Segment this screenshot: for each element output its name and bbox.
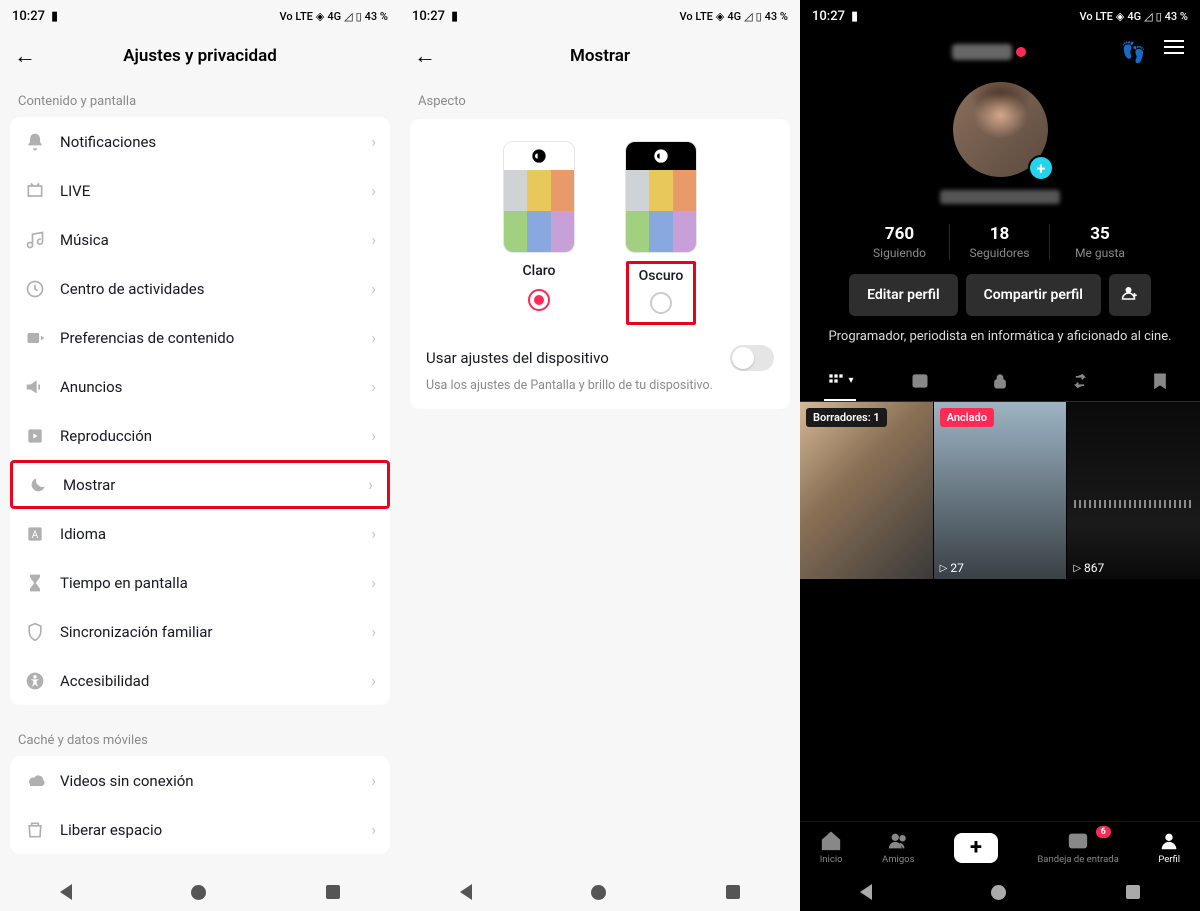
menu-icon[interactable] <box>1164 40 1184 64</box>
nav-home[interactable] <box>991 885 1006 900</box>
video-drafts[interactable]: Borradores: 1 <box>800 402 933 579</box>
nav-recent[interactable] <box>326 885 340 899</box>
tab-private[interactable] <box>880 360 960 401</box>
theme-dark[interactable]: Oscuro <box>625 141 697 325</box>
header: ← Ajustes y privacidad <box>0 32 400 80</box>
stat-followers[interactable]: 18Seguidores <box>950 224 1050 260</box>
item-playback[interactable]: Reproducción› <box>10 411 390 460</box>
settings-list: Notificaciones› LIVE› Música› Centro de … <box>10 117 390 705</box>
stat-likes[interactable]: 35Me gusta <box>1050 224 1150 260</box>
tab-locked[interactable] <box>960 360 1040 401</box>
item-free-space[interactable]: Liberar espacio› <box>10 805 390 854</box>
profile-tabs: ▾ <box>800 360 1200 402</box>
nav-home[interactable] <box>591 885 606 900</box>
item-family[interactable]: Sincronización familiar› <box>10 607 390 656</box>
item-music[interactable]: Música› <box>10 215 390 264</box>
footprint-icon[interactable]: 👣 <box>1121 40 1146 64</box>
nav-inbox[interactable]: 6Bandeja de entrada <box>1037 830 1118 865</box>
sim-icon: ▮ <box>51 9 58 24</box>
status-bar: 10:27▮ Vo LTE◈4G◿▯43 % <box>800 0 1200 32</box>
tab-saved[interactable] <box>1120 360 1200 401</box>
page-title: Mostrar <box>438 46 762 66</box>
section-label: Caché y datos móviles <box>0 719 400 756</box>
nav-create[interactable]: + <box>954 833 998 863</box>
screen-settings: 10:27▮ Vo LTE◈4G◿▯43 % ← Ajustes y priva… <box>0 0 400 911</box>
add-friend-button[interactable] <box>1109 274 1151 316</box>
chevron-right-icon: › <box>371 132 376 151</box>
add-story-button[interactable]: + <box>1028 155 1054 181</box>
item-accessibility[interactable]: Accesibilidad› <box>10 656 390 705</box>
nav-home[interactable] <box>191 885 206 900</box>
nav-home[interactable]: Inicio <box>820 830 843 865</box>
item-live[interactable]: LIVE› <box>10 166 390 215</box>
system-nav <box>0 873 400 911</box>
moon-icon <box>27 475 49 495</box>
item-offline[interactable]: Videos sin conexión› <box>10 756 390 805</box>
username <box>940 190 1060 204</box>
device-settings-desc: Usa los ajustes de Pantalla y brillo de … <box>424 377 776 395</box>
system-nav <box>400 873 800 911</box>
aspect-label: Aspecto <box>400 80 800 119</box>
page-title: Ajustes y privacidad <box>38 46 362 66</box>
status-bar: 10:27▮ Vo LTE◈4G◿▯43 % <box>0 0 400 32</box>
svg-text:A: A <box>32 530 39 541</box>
tab-grid[interactable]: ▾ <box>800 360 880 401</box>
radio-dark[interactable] <box>650 292 672 314</box>
wifi-icon: ◈ <box>316 10 324 23</box>
screen-profile: 10:27▮ Vo LTE◈4G◿▯43 % 👣 + 760Siguiendo … <box>800 0 1200 911</box>
bio: Programador, periodista en informática y… <box>800 316 1200 360</box>
device-settings-label: Usar ajustes del dispositivo <box>426 349 609 367</box>
section-label: Contenido y pantalla <box>0 80 400 117</box>
item-ads[interactable]: Anuncios› <box>10 362 390 411</box>
item-content-pref[interactable]: Preferencias de contenido› <box>10 313 390 362</box>
aspect-card: Claro Oscuro Usar ajustes del dispositiv… <box>410 119 790 409</box>
video-item[interactable]: 867 <box>1067 402 1200 579</box>
profile-name[interactable] <box>952 44 1012 60</box>
bottom-nav: Inicio Amigos + 6Bandeja de entrada Perf… <box>800 821 1200 873</box>
back-arrow-icon[interactable]: ← <box>14 43 38 69</box>
nav-profile[interactable]: Perfil <box>1158 830 1180 865</box>
nav-back[interactable] <box>860 884 872 900</box>
item-notifications[interactable]: Notificaciones› <box>10 117 390 166</box>
nav-back[interactable] <box>460 884 472 900</box>
item-language[interactable]: AIdioma› <box>10 509 390 558</box>
cache-list: Videos sin conexión› Liberar espacio› <box>10 756 390 854</box>
back-arrow-icon[interactable]: ← <box>414 43 438 69</box>
radio-light[interactable] <box>528 289 550 311</box>
theme-light[interactable]: Claro <box>503 141 575 325</box>
nav-recent[interactable] <box>726 885 740 899</box>
nav-friends[interactable]: Amigos <box>882 830 915 865</box>
tab-repost[interactable] <box>1040 360 1120 401</box>
edit-profile-button[interactable]: Editar perfil <box>849 274 957 316</box>
device-settings-toggle[interactable] <box>730 345 774 371</box>
video-grid: Borradores: 1 Anclado27 867 <box>800 402 1200 579</box>
stats: 760Siguiendo 18Seguidores 35Me gusta <box>800 214 1200 274</box>
screen-display: 10:27▮ Vo LTE◈4G◿▯43 % ← Mostrar Aspecto… <box>400 0 800 911</box>
share-profile-button[interactable]: Compartir perfil <box>966 274 1101 316</box>
battery-icon: ▯ <box>356 10 362 23</box>
status-bar: 10:27▮ Vo LTE◈4G◿▯43 % <box>400 0 800 32</box>
nav-back[interactable] <box>60 884 72 900</box>
stat-following[interactable]: 760Siguiendo <box>850 224 950 260</box>
item-display[interactable]: Mostrar› <box>10 460 390 509</box>
video-item[interactable]: Anclado27 <box>934 402 1067 579</box>
item-activity[interactable]: Centro de actividades› <box>10 264 390 313</box>
nav-recent[interactable] <box>1126 885 1140 899</box>
system-nav <box>800 873 1200 911</box>
header: ← Mostrar <box>400 32 800 80</box>
item-screentime[interactable]: Tiempo en pantalla› <box>10 558 390 607</box>
